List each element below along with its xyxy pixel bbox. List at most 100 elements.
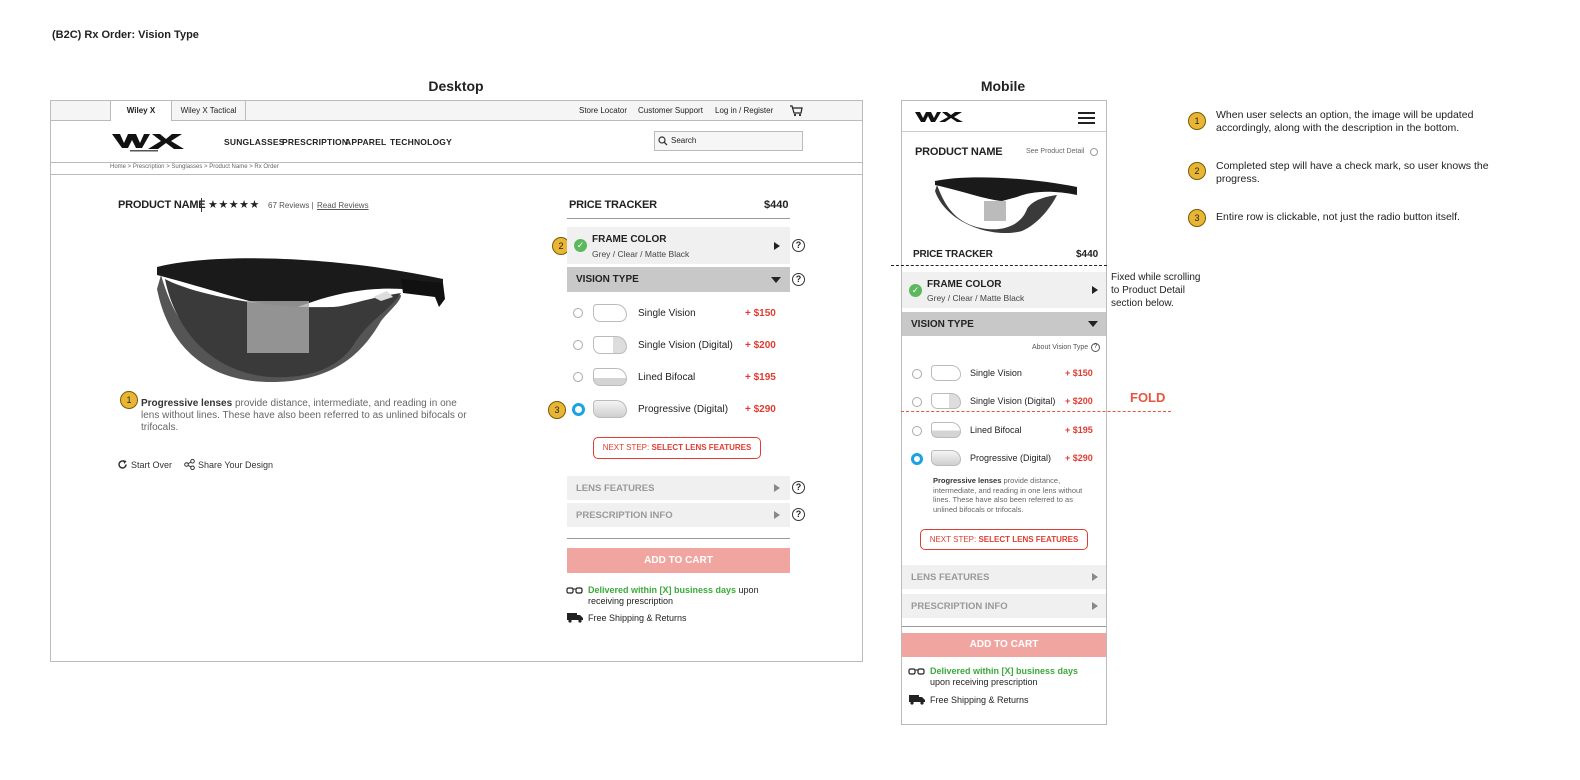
fixed-note: Fixed while scrolling to Product Detail … bbox=[1111, 272, 1201, 309]
radio-single-vision-digital[interactable] bbox=[912, 397, 922, 407]
share-design-link[interactable]: Share Your Design bbox=[198, 460, 273, 470]
next-step-button[interactable]: NEXT STEP: SELECT LENS FEATURES bbox=[920, 529, 1088, 550]
help-icon[interactable]: ? bbox=[792, 239, 805, 252]
option-label: Single Vision (Digital) bbox=[638, 340, 733, 351]
refresh-icon[interactable] bbox=[117, 459, 128, 470]
minus-circle-icon[interactable] bbox=[1090, 148, 1098, 156]
truck-icon bbox=[909, 695, 925, 705]
divider bbox=[902, 131, 1106, 132]
delivery-text: upon receiving prescription bbox=[930, 677, 1038, 687]
lens-progressive-icon bbox=[593, 400, 627, 418]
chevron-right-icon bbox=[774, 511, 780, 519]
about-vision-type-link[interactable]: About Vision Type bbox=[1032, 344, 1088, 351]
option-row-lined-bifocal[interactable]: Lined Bifocal + $195 bbox=[567, 365, 790, 389]
radio-single-vision[interactable] bbox=[573, 308, 583, 318]
chevron-right-icon bbox=[1092, 602, 1098, 610]
price-tracker-title: PRICE TRACKER bbox=[569, 199, 657, 211]
lens-features-step[interactable]: LENS FEATURES bbox=[902, 565, 1106, 589]
lens-description-bold: Progressive lenses bbox=[141, 398, 233, 409]
prescription-info-title: PRESCRIPTION INFO bbox=[911, 601, 1008, 612]
product-name: PRODUCT NAME bbox=[915, 146, 1003, 158]
option-row-single-vision[interactable]: Single Vision + $150 bbox=[567, 301, 790, 325]
nav-prescription[interactable]: PRESCRIPTION bbox=[282, 137, 348, 147]
annotation-1: When user selects an option, the image w… bbox=[1216, 109, 1474, 134]
customer-support-link[interactable]: Customer Support bbox=[638, 101, 703, 121]
nav-technology[interactable]: TECHNOLOGY bbox=[390, 137, 452, 147]
vision-type-header[interactable]: VISION TYPE bbox=[902, 312, 1106, 336]
help-icon[interactable]: ? bbox=[1091, 343, 1100, 352]
start-over-link[interactable]: Start Over bbox=[131, 460, 172, 470]
option-row-single-vision-digital[interactable]: Single Vision (Digital) + $200 bbox=[902, 391, 1106, 413]
option-row-single-vision[interactable]: Single Vision + $150 bbox=[902, 363, 1106, 385]
option-price: + $200 bbox=[745, 340, 776, 351]
radio-single-vision[interactable] bbox=[912, 369, 922, 379]
chevron-right-icon bbox=[774, 484, 780, 492]
frame-color-step[interactable]: ✓ FRAME COLOR Grey / Clear / Matte Black bbox=[902, 272, 1106, 308]
lens-description: Progressive lenses provide distance, int… bbox=[141, 398, 471, 434]
read-reviews-link[interactable]: Read Reviews bbox=[317, 201, 369, 210]
wiley-x-logo[interactable] bbox=[914, 109, 968, 125]
divider bbox=[51, 174, 862, 175]
radio-progressive-digital[interactable] bbox=[911, 453, 923, 465]
option-price: + $150 bbox=[1065, 368, 1093, 378]
delivery-highlight: Delivered within [X] business days bbox=[588, 585, 737, 595]
lens-features-step[interactable]: LENS FEATURES bbox=[567, 476, 790, 500]
option-row-progressive-digital[interactable]: Progressive (Digital) + $290 bbox=[902, 448, 1106, 470]
glasses-icon bbox=[566, 587, 583, 594]
login-register-link[interactable]: Log in / Register bbox=[715, 101, 773, 121]
radio-lined-bifocal[interactable] bbox=[573, 372, 583, 382]
prescription-info-step[interactable]: PRESCRIPTION INFO bbox=[902, 594, 1106, 618]
option-row-single-vision-digital[interactable]: Single Vision (Digital) + $200 bbox=[567, 333, 790, 357]
help-icon[interactable]: ? bbox=[792, 481, 805, 494]
option-label: Single Vision (Digital) bbox=[970, 396, 1056, 406]
radio-progressive-digital[interactable] bbox=[572, 403, 585, 416]
lens-digital-icon bbox=[593, 336, 627, 354]
see-product-detail-link[interactable]: See Product Detail bbox=[1026, 148, 1084, 155]
option-row-lined-bifocal[interactable]: Lined Bifocal + $195 bbox=[902, 420, 1106, 442]
prescription-info-title: PRESCRIPTION INFO bbox=[576, 510, 673, 521]
lens-description: Progressive lenses provide distance, int… bbox=[933, 476, 1083, 514]
fold-label: FOLD bbox=[1130, 390, 1166, 405]
nav-apparel[interactable]: APPAREL bbox=[345, 137, 386, 147]
vision-type-header[interactable]: VISION TYPE bbox=[567, 267, 790, 292]
help-icon[interactable]: ? bbox=[792, 508, 805, 521]
product-image bbox=[157, 258, 445, 383]
store-locator-link[interactable]: Store Locator bbox=[579, 101, 627, 121]
product-name: PRODUCT NAME bbox=[118, 199, 206, 211]
next-step-label: SELECT LENS FEATURES bbox=[651, 443, 752, 452]
option-price: + $195 bbox=[1065, 425, 1093, 435]
page-title: (B2C) Rx Order: Vision Type bbox=[52, 29, 199, 41]
vision-type-title: VISION TYPE bbox=[911, 319, 974, 330]
add-to-cart-button[interactable]: ADD TO CART bbox=[902, 633, 1106, 657]
hamburger-menu-icon[interactable] bbox=[1078, 112, 1095, 127]
prescription-info-step[interactable]: PRESCRIPTION INFO bbox=[567, 503, 790, 527]
main-nav: SUNGLASSES PRESCRIPTION APPAREL TECHNOLO… bbox=[51, 122, 862, 163]
nav-sunglasses[interactable]: SUNGLASSES bbox=[224, 137, 285, 147]
lens-bifocal-icon bbox=[593, 368, 627, 386]
divider bbox=[567, 218, 790, 219]
utility-bar: Wiley X Wiley X Tactical Store Locator C… bbox=[51, 101, 862, 121]
next-step-label: SELECT LENS FEATURES bbox=[978, 535, 1079, 544]
share-icon[interactable] bbox=[184, 459, 195, 470]
frame-color-title: FRAME COLOR bbox=[592, 234, 667, 245]
add-to-cart-button[interactable]: ADD TO CART bbox=[567, 548, 790, 573]
cart-icon[interactable] bbox=[789, 104, 803, 117]
wiley-x-logo[interactable] bbox=[110, 129, 190, 153]
lens-digital-icon bbox=[931, 393, 961, 409]
help-icon[interactable]: ? bbox=[792, 273, 805, 286]
frame-color-step[interactable]: ✓ FRAME COLOR Grey / Clear / Matte Black bbox=[567, 227, 790, 264]
radio-single-vision-digital[interactable] bbox=[573, 340, 583, 350]
tab-wiley-x-tactical[interactable]: Wiley X Tactical bbox=[172, 101, 246, 121]
option-row-progressive-digital[interactable]: Progressive (Digital) + $290 bbox=[567, 397, 790, 421]
delivery-highlight: Delivered within [X] business days bbox=[930, 666, 1079, 676]
desktop-heading: Desktop bbox=[428, 78, 484, 94]
breadcrumb[interactable]: Home > Prescription > Sunglasses > Produ… bbox=[110, 164, 279, 170]
check-icon: ✓ bbox=[574, 239, 587, 252]
chevron-right-icon bbox=[1092, 286, 1098, 294]
check-icon: ✓ bbox=[909, 284, 922, 297]
next-step-prefix: NEXT STEP: bbox=[929, 535, 979, 544]
next-step-button[interactable]: NEXT STEP: SELECT LENS FEATURES bbox=[593, 437, 761, 459]
search-input[interactable]: Search bbox=[654, 131, 803, 151]
tab-wiley-x[interactable]: Wiley X bbox=[110, 101, 172, 121]
radio-lined-bifocal[interactable] bbox=[912, 426, 922, 436]
